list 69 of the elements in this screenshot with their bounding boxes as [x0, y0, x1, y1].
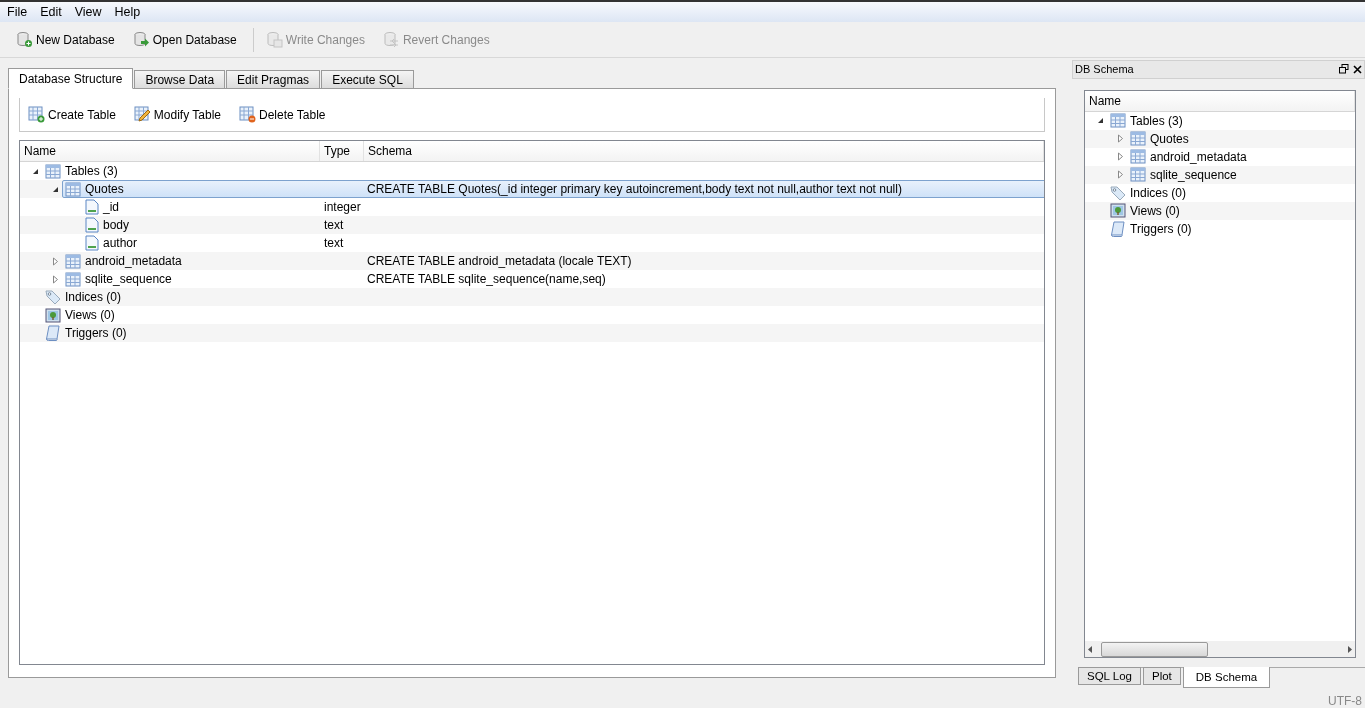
- expand-arrow-icon[interactable]: [1116, 134, 1124, 144]
- table-icon: [1110, 113, 1126, 129]
- tree-item[interactable]: Triggers (0): [65, 326, 127, 340]
- tree-item[interactable]: _id: [103, 200, 119, 214]
- restore-icon[interactable]: [1339, 64, 1349, 75]
- table-icon: [65, 181, 81, 197]
- tree-item[interactable]: Quotes: [85, 182, 124, 196]
- tree-item[interactable]: Tables (3): [1130, 113, 1183, 128]
- schema-cell-text: CREATE TABLE Quotes(_id integer primary key autoincrement,body text not null,author text not null): [366, 182, 902, 196]
- tree-item[interactable]: android_metadata: [85, 254, 182, 268]
- expand-arrow-icon[interactable]: [1116, 170, 1124, 180]
- scroll-right-icon[interactable]: [1347, 645, 1352, 653]
- toolbar-button[interactable]: Delete Table: [237, 104, 328, 125]
- menu-item[interactable]: Help: [109, 5, 146, 19]
- database-save-icon: [265, 31, 283, 48]
- schema-cell-text: CREATE TABLE sqlite_sequence(name,seq): [366, 272, 606, 286]
- tab[interactable]: DB Schema: [1182, 667, 1271, 688]
- expand-arrow-icon[interactable]: [51, 256, 59, 266]
- close-icon[interactable]: [1353, 64, 1362, 74]
- toolbar-button[interactable]: Open Database: [130, 28, 245, 51]
- type-cell-text: integer: [323, 200, 362, 214]
- tab[interactable]: Execute SQL: [321, 70, 414, 88]
- table-add-icon: [28, 106, 45, 123]
- column-header[interactable]: Schema: [364, 141, 1044, 161]
- scroll-icon: [1110, 220, 1126, 237]
- tab[interactable]: SQL Log: [1078, 667, 1141, 685]
- database-add-icon: [16, 31, 33, 48]
- tree-item[interactable]: Quotes: [1150, 131, 1189, 146]
- toolbar-button[interactable]: New Database: [14, 28, 123, 51]
- database-revert-icon: [382, 31, 400, 48]
- menu-item[interactable]: View: [69, 5, 107, 19]
- toolbar-button[interactable]: Modify Table: [131, 104, 223, 125]
- scroll-icon: [45, 325, 61, 341]
- picture-icon: [45, 307, 61, 323]
- tree-item[interactable]: Triggers (0): [1130, 221, 1192, 236]
- column-header[interactable]: Type: [320, 141, 364, 161]
- database-arrow-icon: [132, 31, 150, 48]
- tab[interactable]: Plot: [1142, 667, 1181, 685]
- tree-item[interactable]: android_metadata: [1150, 149, 1247, 164]
- tree-item[interactable]: body: [103, 218, 130, 232]
- scroll-left-icon[interactable]: [1088, 645, 1093, 653]
- type-cell-text: text: [323, 236, 345, 250]
- expand-arrow-icon[interactable]: [51, 274, 59, 284]
- expand-arrow-icon[interactable]: [1116, 152, 1124, 162]
- horizontal-scrollbar[interactable]: [1085, 641, 1355, 657]
- tree-item[interactable]: sqlite_sequence: [85, 272, 172, 286]
- tab[interactable]: Edit Pragmas: [226, 70, 321, 88]
- tree-item[interactable]: Indices (0): [1130, 185, 1187, 200]
- tab[interactable]: Database Structure: [8, 68, 134, 89]
- toolbar-button[interactable]: Create Table: [26, 104, 118, 125]
- table-pencil-icon: [133, 106, 151, 123]
- picture-icon: [1110, 203, 1126, 219]
- tree-item[interactable]: Views (0): [1130, 203, 1180, 218]
- column-header[interactable]: Name: [1085, 90, 1355, 111]
- tab[interactable]: Browse Data: [134, 70, 226, 88]
- scroll-thumb[interactable]: [1101, 641, 1208, 657]
- schema-cell-text: CREATE TABLE android_metadata (locale TEXT): [366, 254, 632, 268]
- tree-item[interactable]: author: [103, 236, 138, 250]
- tree-item[interactable]: Indices (0): [65, 290, 122, 304]
- menu-item[interactable]: File: [2, 5, 33, 19]
- menu-item[interactable]: Edit: [35, 5, 67, 19]
- type-cell-text: text: [323, 218, 345, 232]
- encoding-label: UTF-8: [1328, 694, 1362, 708]
- column-header[interactable]: Name: [20, 141, 320, 161]
- collapse-arrow-icon[interactable]: [1096, 116, 1104, 126]
- tree-item[interactable]: Tables (3): [65, 164, 118, 178]
- tree-item[interactable]: Views (0): [65, 308, 115, 322]
- table-remove-icon: [239, 106, 256, 123]
- dock-title: DB Schema: [1075, 63, 1134, 76]
